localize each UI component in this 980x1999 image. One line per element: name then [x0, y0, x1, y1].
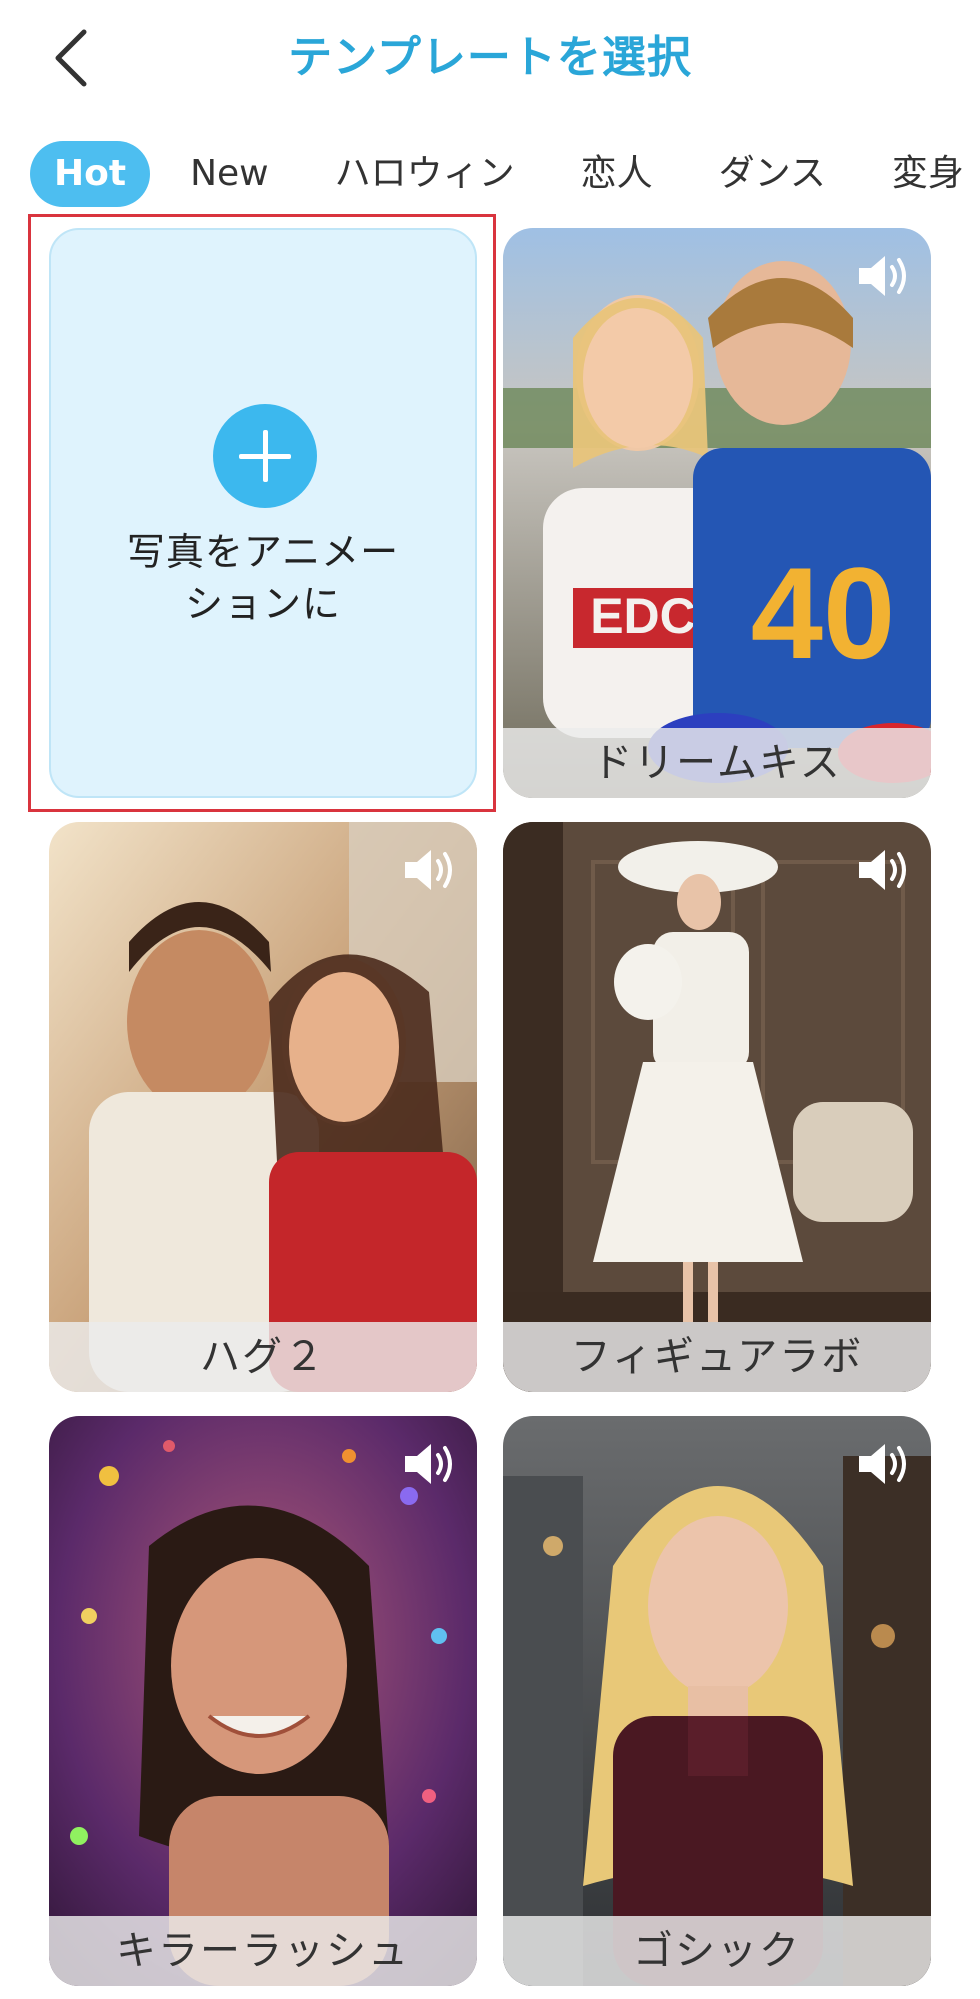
animate-photo-card[interactable]: 写真をアニメー ションに — [49, 228, 477, 798]
sound-icon[interactable] — [855, 1438, 913, 1490]
template-thumbnail: EDC 40 — [503, 228, 931, 798]
animate-photo-label: 写真をアニメー ションに — [81, 526, 445, 630]
sound-icon[interactable] — [401, 1438, 459, 1490]
template-label: キラーラッシュ — [49, 1916, 477, 1986]
template-label: ハグ２ — [49, 1322, 477, 1392]
template-label: ドリームキス — [503, 728, 931, 798]
category-tabs: Hot New ハロウィン 恋人 ダンス 変身 — [30, 140, 980, 208]
template-card-hug-2[interactable]: ハグ２ — [49, 822, 477, 1392]
tab-dance[interactable]: ダンス — [697, 141, 848, 207]
template-card-figure-lab[interactable]: フィギュアラボ — [503, 822, 931, 1392]
tab-halloween[interactable]: ハロウィン — [313, 141, 537, 207]
header: テンプレートを選択 — [0, 0, 980, 120]
template-label: フィギュアラボ — [503, 1322, 931, 1392]
template-card-gothic[interactable]: ゴシック — [503, 1416, 931, 1986]
tab-hot[interactable]: Hot — [30, 141, 151, 207]
animate-photo-label-line1: 写真をアニメー — [126, 530, 400, 574]
tab-transform[interactable]: 変身 — [870, 141, 980, 207]
tab-new[interactable]: New — [168, 141, 291, 207]
page-title: テンプレートを選択 — [288, 32, 692, 83]
sound-icon[interactable] — [401, 844, 459, 896]
template-card-dream-kiss[interactable]: EDC 40 ドリームキス — [503, 228, 931, 798]
tab-lovers[interactable]: 恋人 — [559, 141, 675, 207]
sound-icon[interactable] — [855, 844, 913, 896]
template-thumbnail — [503, 1416, 931, 1986]
template-card-killer-rush[interactable]: キラーラッシュ — [49, 1416, 477, 1986]
animate-photo-label-line2: ションに — [184, 582, 341, 626]
plus-icon — [213, 404, 317, 508]
svg-text:EDC: EDC — [590, 588, 696, 644]
template-thumbnail — [49, 1416, 477, 1986]
template-select-screen: テンプレートを選択 Hot New ハロウィン 恋人 ダンス 変身 写真をアニメ… — [0, 0, 980, 1999]
template-label: ゴシック — [503, 1916, 931, 1986]
svg-text:40: 40 — [751, 540, 896, 686]
template-thumbnail — [503, 822, 931, 1392]
sound-icon[interactable] — [855, 250, 913, 302]
template-thumbnail — [49, 822, 477, 1392]
